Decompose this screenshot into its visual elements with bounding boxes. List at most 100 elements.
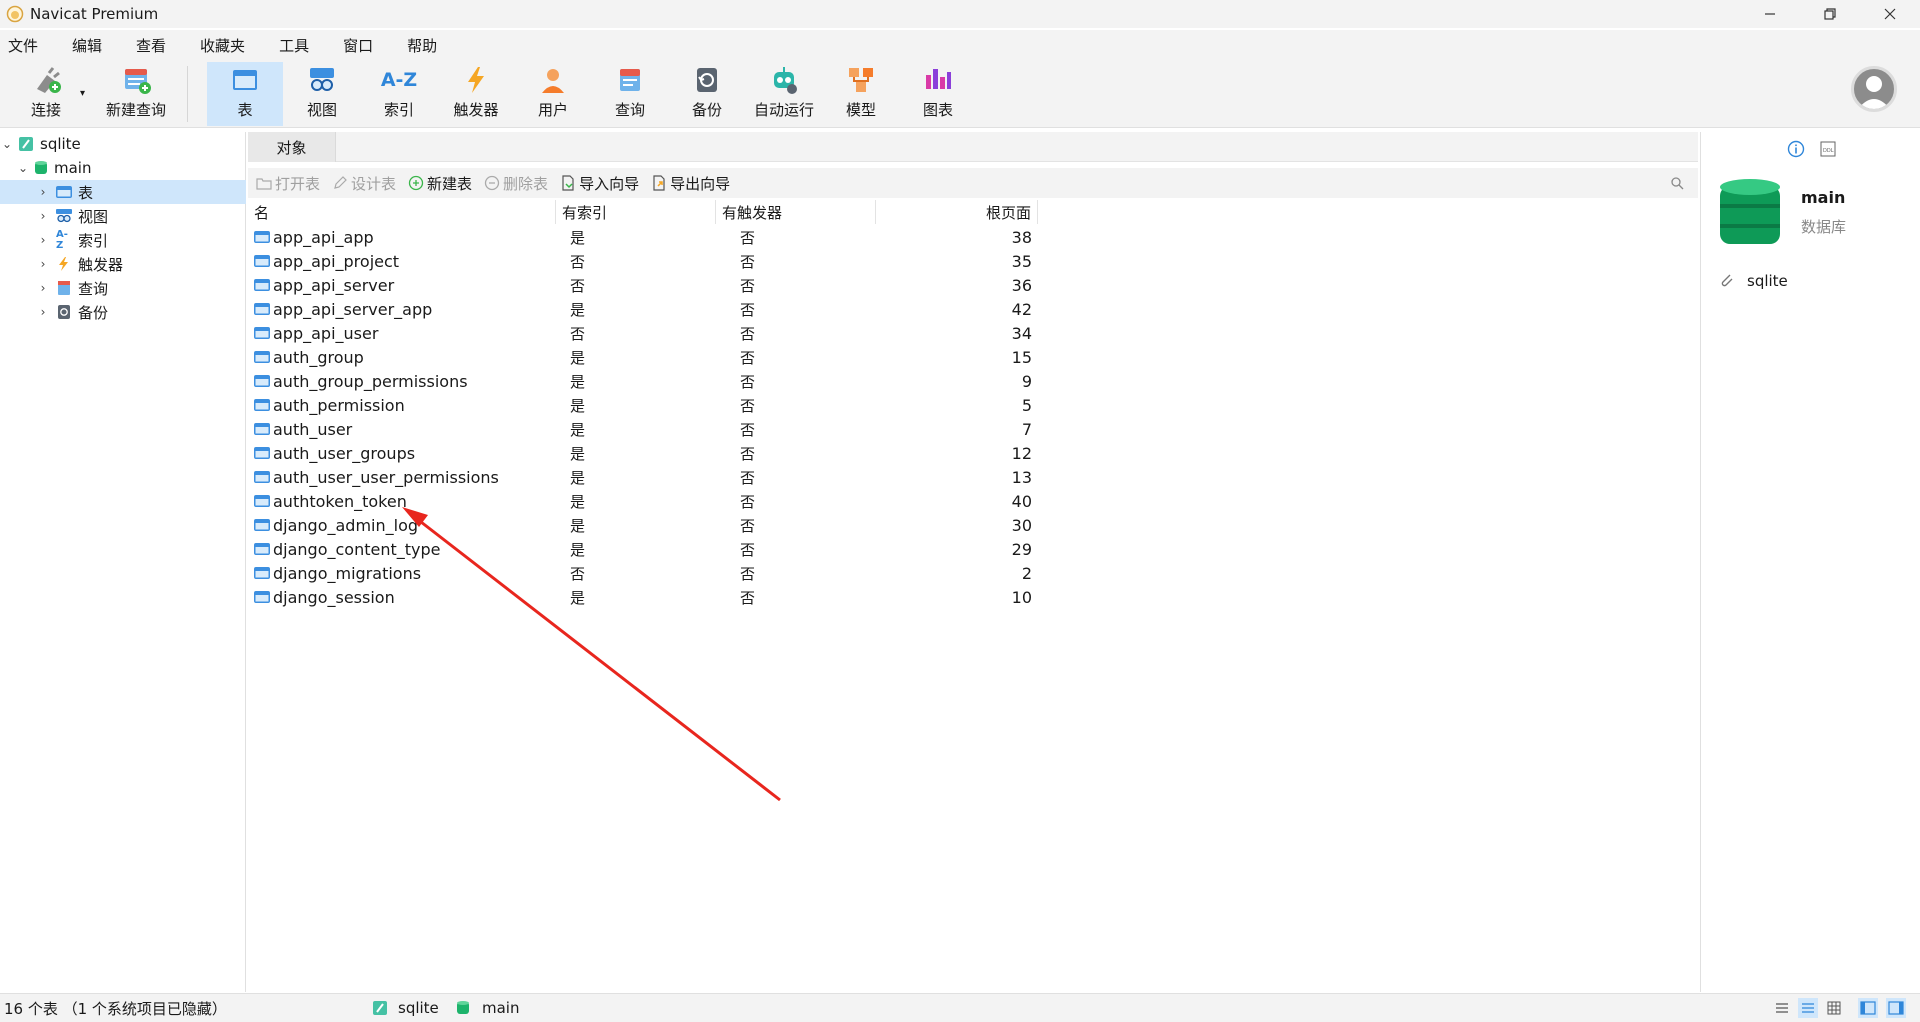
table-row[interactable]: app_api_user 否 否 34 [248,321,1038,345]
table-icon [254,567,270,579]
column-header-has-trigger[interactable]: 有触发器 [716,200,876,224]
table-row[interactable]: app_api_server_app 是 否 42 [248,297,1038,321]
table-name-cell: auth_permission [248,396,556,415]
chevron-right-icon[interactable]: › [36,233,50,247]
tree-item-backups[interactable]: › 备份 [0,300,246,324]
index-az-icon: A-Z [380,69,418,91]
chevron-down-icon[interactable]: ⌄ [0,137,14,151]
user-button[interactable]: 用户 [515,62,591,126]
menu-file[interactable]: 文件 [0,35,52,56]
tree-item-label: 查询 [78,279,109,298]
table-row[interactable]: django_content_type 是 否 29 [248,537,1038,561]
toggle-left-panel-button[interactable] [1858,998,1878,1018]
table-row[interactable]: app_api_server 否 否 36 [248,273,1038,297]
new-table-button[interactable]: 新建表 [408,173,472,194]
table-row[interactable]: auth_group 是 否 15 [248,345,1038,369]
table-icon [254,423,270,435]
has-trigger-cell: 否 [740,540,756,559]
column-header-has-index[interactable]: 有索引 [556,200,716,224]
ddl-icon[interactable]: DDL [1819,140,1837,158]
tab-objects[interactable]: 对象 [248,132,336,162]
root-page-cell: 42 [1011,299,1032,319]
chevron-right-icon[interactable]: › [36,281,50,295]
grid-header: 名 有索引 有触发器 根页面 [248,200,1038,224]
restore-button[interactable] [1800,0,1860,28]
info-icon[interactable] [1787,140,1805,158]
import-wizard-button[interactable]: 导入向导 [560,173,639,194]
table-name-cell: app_api_server_app [248,300,556,319]
has-trigger-cell: 否 [740,492,756,511]
table-list: app_api_app 是否 38 app_api_project 否否 35 app_ap… [248,225,1038,609]
column-header-name[interactable]: 名 [248,200,556,224]
chevron-right-icon[interactable]: › [36,209,50,223]
has-index-cell: 是 [570,444,586,463]
user-avatar[interactable] [1851,66,1897,112]
close-window-button[interactable] [1860,0,1920,28]
query-button[interactable]: 查询 [592,62,668,126]
table-row[interactable]: auth_group_permissions 是 否 9 [248,369,1038,393]
tree-item-indexes[interactable]: › A-Z 索引 [0,228,246,252]
toggle-right-panel-button[interactable] [1886,998,1906,1018]
menu-view[interactable]: 查看 [128,35,180,56]
table-row[interactable]: auth_user_groups 是 否 12 [248,441,1038,465]
table-row[interactable]: auth_user_user_permissions 是 否 13 [248,465,1038,489]
chart-button[interactable]: 图表 [900,62,976,126]
menu-help[interactable]: 帮助 [399,35,451,56]
table-row[interactable]: auth_user 是 否 7 [248,417,1038,441]
menu-tools[interactable]: 工具 [271,35,323,56]
menu-edit[interactable]: 编辑 [64,35,116,56]
connect-button[interactable]: 连接 [18,62,74,126]
trigger-button[interactable]: 触发器 [438,62,514,126]
chevron-down-icon[interactable]: ⌄ [16,161,30,175]
table-row[interactable]: authtoken_token 是 否 40 [248,489,1038,513]
table-row[interactable]: django_migrations 否 否 2 [248,561,1038,585]
backup-button[interactable]: 备份 [669,62,745,126]
tree-item-views[interactable]: › 视图 [0,204,246,228]
model-button[interactable]: 模型 [823,62,899,126]
delete-table-button[interactable]: 删除表 [484,173,548,194]
search-icon[interactable] [1670,176,1684,190]
chart-label: 图表 [922,101,953,119]
column-header-root-page[interactable]: 根页面 [876,200,1038,224]
table-row[interactable]: django_session 是 否 10 [248,585,1038,609]
export-wizard-button[interactable]: 导出向导 [651,173,730,194]
view-mode-detail-button[interactable] [1798,998,1818,1018]
table-row[interactable]: auth_permission 是 否 5 [248,393,1038,417]
chevron-right-icon[interactable]: › [36,305,50,319]
tree-item-tables[interactable]: › 表 [0,180,246,204]
chevron-right-icon[interactable]: › [36,185,50,199]
menu-favorites[interactable]: 收藏夹 [192,35,259,56]
table-row[interactable]: app_api_project 否 否 35 [248,249,1038,273]
tree-database-main[interactable]: ⌄ main [0,156,246,180]
close-icon [1884,8,1896,20]
table-row[interactable]: django_admin_log 是 否 30 [248,513,1038,537]
new-query-button[interactable]: 新建查询 [94,62,178,126]
menu-window[interactable]: 窗口 [335,35,387,56]
toolbar-separator [187,66,188,122]
list-view-icon [1776,1003,1788,1013]
table-row[interactable]: app_api_app 是 否 38 [248,225,1038,249]
index-button[interactable]: A-Z 索引 [361,62,437,126]
design-table-button[interactable]: 设计表 [332,173,396,194]
view-mode-list-button[interactable] [1774,1000,1790,1016]
automation-label: 自动运行 [753,101,814,119]
has-trigger-cell: 否 [740,348,756,367]
has-index-cell: 是 [570,468,586,487]
table-name-cell: auth_group_permissions [248,372,556,391]
tree-connection-sqlite[interactable]: ⌄ sqlite [0,132,246,156]
view-button[interactable]: 视图 [284,62,360,126]
minimize-button[interactable] [1740,0,1800,28]
open-table-button[interactable]: 打开表 [256,173,320,194]
table-name-cell: app_api_user [248,324,556,343]
chevron-right-icon[interactable]: › [36,257,50,271]
automation-button[interactable]: 自动运行 [746,62,822,126]
table-icon [254,375,270,387]
connect-dropdown-icon[interactable]: ▾ [80,88,85,99]
table-button[interactable]: 表 [207,62,283,126]
table-name-cell: auth_group [248,348,556,367]
tree-item-triggers[interactable]: › 触发器 [0,252,246,276]
view-mode-grid-button[interactable] [1826,1000,1842,1016]
table-icon [254,471,270,483]
tree-item-queries[interactable]: › 查询 [0,276,246,300]
design-table-label: 设计表 [351,174,397,193]
